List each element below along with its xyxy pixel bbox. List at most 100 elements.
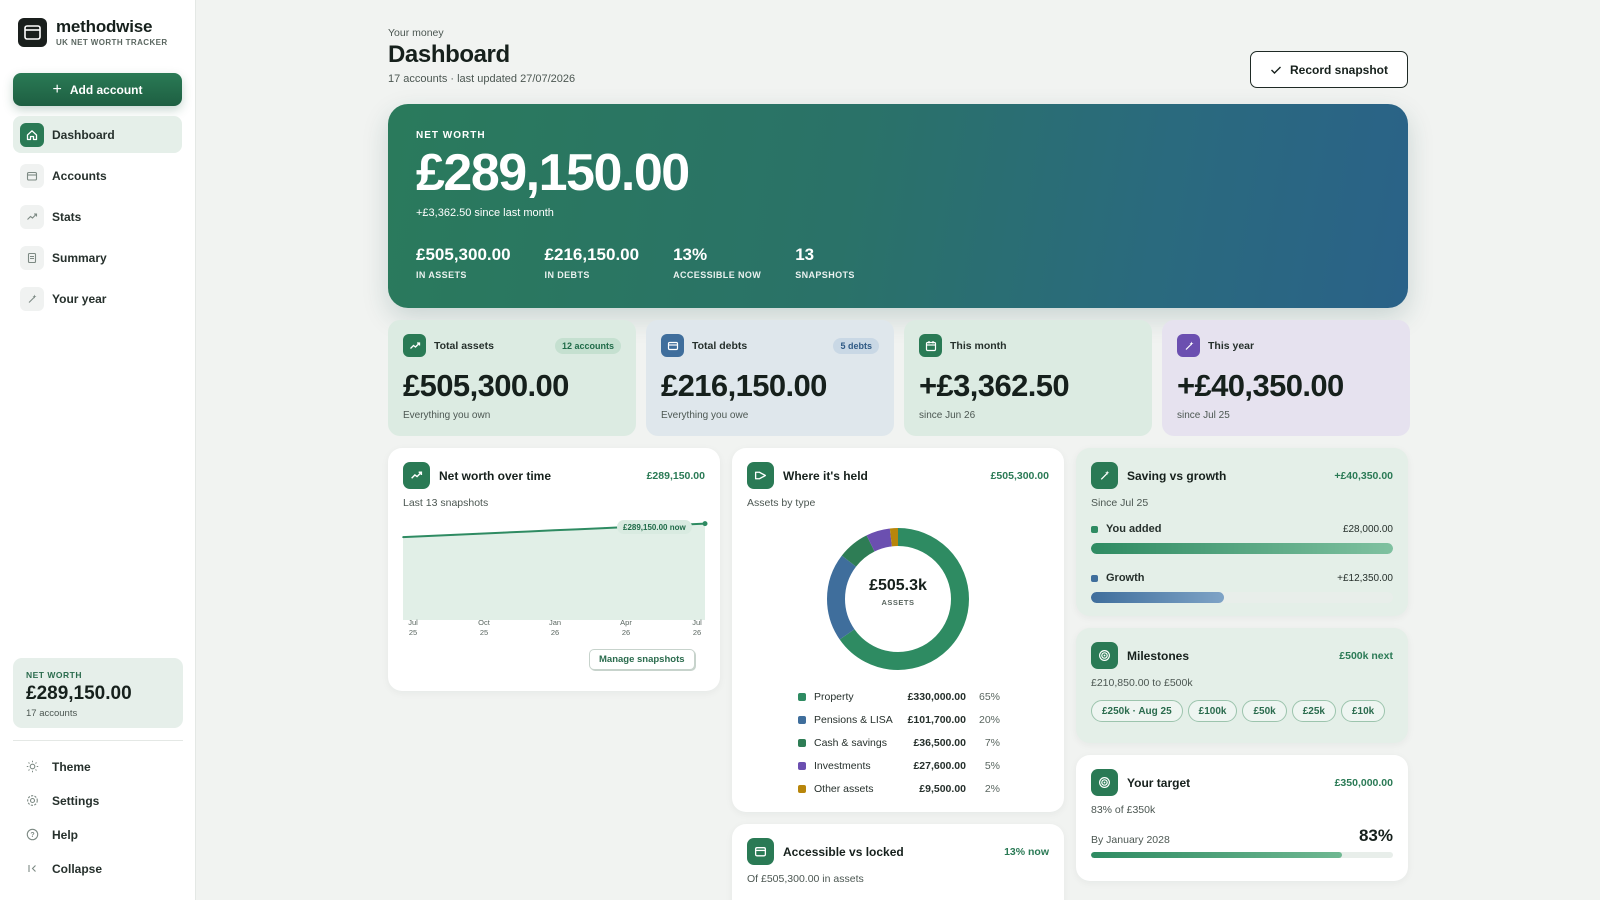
wallet-icon xyxy=(20,163,44,188)
legend-item: Pensions & LISA £101,700.00 20% xyxy=(798,708,1000,731)
legend-swatch xyxy=(798,715,806,724)
sidebar-item-theme[interactable]: Theme xyxy=(13,752,183,781)
tag-icon xyxy=(747,462,774,489)
net-worth-hero: NET WORTH £289,150.00 +£3,362.50 since l… xyxy=(388,104,1408,308)
net-worth-area-chart xyxy=(402,521,708,620)
sidebar-item-label: Dashboard xyxy=(52,127,115,142)
sidebar-item-accounts[interactable]: Accounts xyxy=(13,157,182,194)
main-content: Your money Dashboard 17 accounts · last … xyxy=(196,0,1600,900)
net-worth-accounts: 17 accounts xyxy=(26,708,78,719)
sidebar-item-settings[interactable]: Settings xyxy=(13,786,183,815)
hero-stat-value: 13 xyxy=(795,244,815,264)
add-account-label: Add account xyxy=(69,82,143,97)
legend-percent: 65% xyxy=(978,690,1000,703)
legend-amount: £36,500.00 xyxy=(913,736,966,749)
bar-track xyxy=(1091,543,1393,554)
axis-tick: Jul 26 xyxy=(692,618,702,637)
milestone-chip[interactable]: £25k xyxy=(1291,700,1336,722)
hero-stat-label: ACCESSIBLE NOW xyxy=(673,269,762,280)
hero-stat-snapshots: 13 SNAPSHOTS xyxy=(795,245,855,280)
hero-stat-label: SNAPSHOTS xyxy=(795,269,855,280)
kpi-this-month[interactable]: This month +£3,362.50 since Jun 26 xyxy=(904,320,1152,436)
sidebar-item-label: Stats xyxy=(52,209,82,224)
target-icon xyxy=(1091,642,1118,669)
milestone-chip[interactable]: £10k xyxy=(1340,700,1386,722)
hero-stat-accessible: 13% ACCESSIBLE NOW xyxy=(673,245,761,280)
target-percent: 83% xyxy=(1358,826,1393,845)
legend-item: Property £330,000.00 65% xyxy=(798,685,1000,708)
card-title: Net worth over time xyxy=(439,468,552,483)
legend-swatch xyxy=(798,761,806,770)
collapse-icon xyxy=(20,857,44,881)
net-worth-label: NET WORTH xyxy=(26,670,82,680)
axis-tick: Jan 26 xyxy=(548,618,562,637)
sidebar-item-dashboard[interactable]: Dashboard xyxy=(13,116,182,153)
plus-icon: + xyxy=(52,80,62,98)
document-icon xyxy=(20,245,44,270)
milestone-chip[interactable]: £250k · Aug 25 xyxy=(1091,700,1183,722)
sidebar-divider xyxy=(13,740,183,741)
saving-row-added: You added £28,000.00 xyxy=(1091,523,1393,554)
legend-swatch xyxy=(798,692,806,701)
now-tag: £289,150.00 now xyxy=(617,520,692,534)
legend-item: Other assets £9,500.00 2% xyxy=(798,777,1000,800)
svg-text:?: ? xyxy=(30,832,34,839)
kpi-this-year[interactable]: This year +£40,350.00 since Jul 25 xyxy=(1162,320,1410,436)
trend-icon xyxy=(20,204,44,229)
kpi-badge: 12 accounts xyxy=(554,337,621,354)
card-subtitle: 83% of £350k xyxy=(1091,804,1156,816)
accessible-card: Accessible vs locked 13% now Of £505,300… xyxy=(732,824,1064,900)
target-track xyxy=(1091,852,1393,858)
sidebar-item-help[interactable]: ? Help xyxy=(13,820,183,849)
saving-growth-card: Saving vs growth +£40,350.00 Since Jul 2… xyxy=(1076,448,1408,616)
sidebar-item-label: Accounts xyxy=(52,168,107,183)
target-fill xyxy=(1091,852,1342,858)
trend-up-icon xyxy=(403,334,426,357)
sidebar-item-collapse[interactable]: Collapse xyxy=(13,854,183,883)
brand-name: methodwise xyxy=(56,17,153,36)
legend-percent: 2% xyxy=(984,782,1000,795)
data-point xyxy=(427,535,429,537)
home-icon xyxy=(20,122,44,147)
sidebar-item-stats[interactable]: Stats xyxy=(13,198,182,235)
bar-amount: £28,000.00 xyxy=(1342,523,1393,535)
now-label: £289,150.00 now xyxy=(623,522,686,532)
sun-icon xyxy=(20,755,44,779)
saving-row-growth: Growth +£12,350.00 xyxy=(1091,572,1393,603)
milestone-chip[interactable]: £100k xyxy=(1187,700,1238,722)
hero-stat-value: £505,300.00 xyxy=(416,244,511,264)
sidebar-item-summary[interactable]: Summary xyxy=(13,239,182,276)
milestone-chip[interactable]: £50k xyxy=(1242,700,1287,722)
kpi-title: This year xyxy=(1208,339,1255,352)
sidebar-item-your-year[interactable]: Your year xyxy=(13,280,182,317)
hero-stat-debts: £216,150.00 IN DEBTS xyxy=(545,245,640,280)
kpi-badge: 5 debts xyxy=(833,337,879,354)
manage-snapshots-button[interactable]: Manage snapshots xyxy=(589,649,695,670)
data-point xyxy=(502,531,505,534)
sidebar-net-worth-card: NET WORTH £289,150.00 17 accounts xyxy=(13,658,183,728)
hero-stat-value: 13% xyxy=(673,244,708,264)
calendar-icon xyxy=(919,334,942,357)
card-title: Your target xyxy=(1127,775,1191,790)
sidebar-item-label: Help xyxy=(52,827,79,842)
card-value: +£40,350.00 xyxy=(1334,469,1393,482)
legend-name: Pensions & LISA xyxy=(814,713,893,726)
page-subtitle: 17 accounts · last updated 27/07/2026 xyxy=(388,73,576,85)
card-subtitle: Since Jul 25 xyxy=(1091,497,1149,509)
add-account-button[interactable]: + Add account xyxy=(13,73,182,106)
data-point xyxy=(477,532,480,535)
card-title: Milestones xyxy=(1127,648,1190,663)
kpi-total-debts[interactable]: Total debts 5 debts £216,150.00 Everythi… xyxy=(646,320,894,436)
card-subtitle: Assets by type xyxy=(747,497,816,509)
card-subtitle: £210,850.00 to £500k xyxy=(1091,677,1193,689)
sparkle-icon xyxy=(20,286,44,311)
bar-fill xyxy=(1091,543,1393,554)
legend-item: Cash & savings £36,500.00 7% xyxy=(798,731,1000,754)
record-snapshot-button[interactable]: Record snapshot xyxy=(1250,51,1408,88)
kpi-total-assets[interactable]: Total assets 12 accounts £505,300.00 Eve… xyxy=(388,320,636,436)
legend-name: Property xyxy=(814,690,854,703)
page-title: Dashboard xyxy=(388,41,510,68)
bar-amount: +£12,350.00 xyxy=(1337,572,1393,584)
milestones-card: Milestones £500k next £210,850.00 to £50… xyxy=(1076,628,1408,743)
bar-label: You added xyxy=(1106,523,1162,535)
